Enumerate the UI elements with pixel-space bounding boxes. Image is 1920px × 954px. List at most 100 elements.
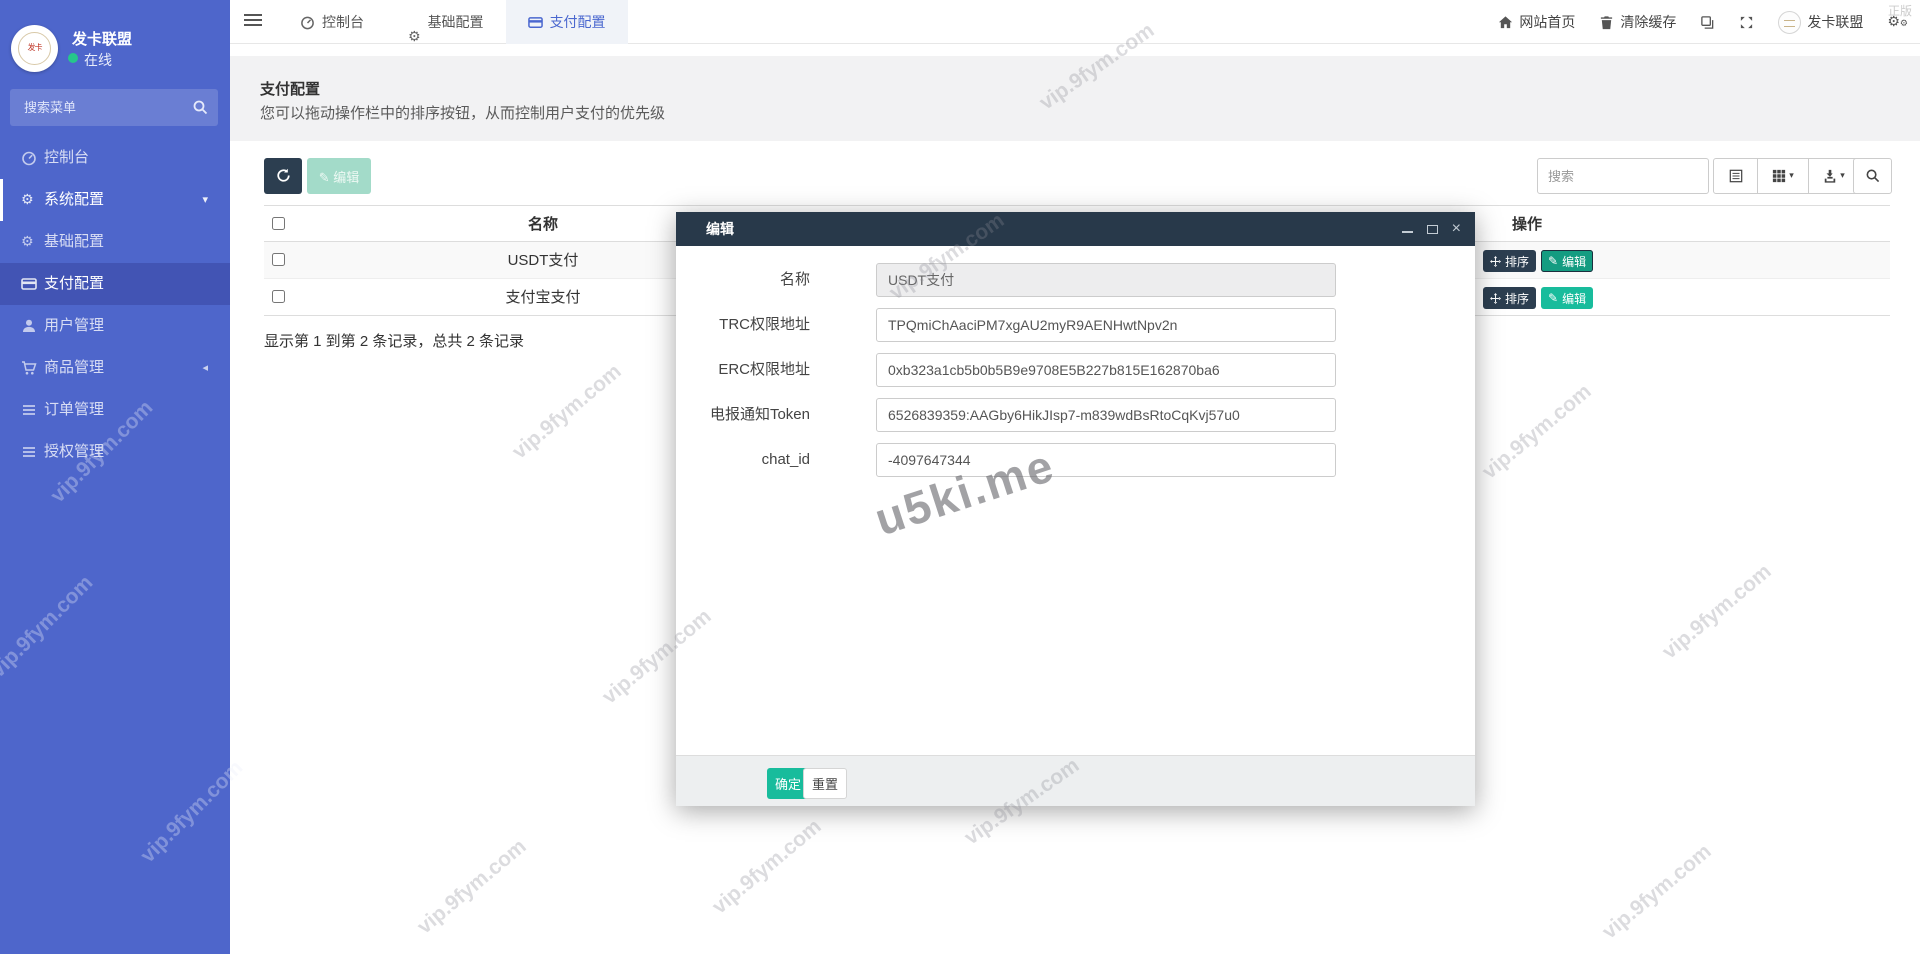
credit-card-icon: [527, 16, 543, 28]
export-icon: [1824, 169, 1836, 183]
field-label-chat-id: chat_id: [761, 451, 810, 468]
payment-name: USDT支付: [507, 252, 579, 269]
reset-button[interactable]: 重置: [803, 768, 848, 799]
tab-payment-config[interactable]: 支付配置: [505, 0, 628, 44]
columns-grid-icon: [1773, 169, 1786, 183]
user-menu[interactable]: 发卡联盟: [1778, 10, 1863, 34]
gear-icon: ⚙: [21, 234, 34, 250]
dashboard-icon: [301, 16, 314, 29]
telegram-token-field[interactable]: [876, 398, 1336, 432]
hamburger-menu-icon[interactable]: [244, 14, 262, 28]
tab-basic-config[interactable]: ⚙ 基础配置: [386, 0, 506, 45]
sidebar-item-order-management[interactable]: 订单管理: [0, 389, 230, 431]
sidebar-search: [10, 89, 218, 126]
fullscreen-icon: [1741, 16, 1753, 28]
list-icon: [23, 447, 35, 457]
move-icon: [1490, 255, 1501, 267]
fullscreen-button[interactable]: [1739, 15, 1754, 30]
watermark-text: vip.9fym.com: [707, 814, 826, 919]
dialog-header[interactable]: 编辑 ×: [676, 212, 1475, 246]
pencil-icon: ✎: [1548, 291, 1559, 305]
dialog-body: 名称 TRC权限地址 ERC权限地址 电报通知Token chat_id: [676, 246, 1475, 755]
field-label-telegram-token: 电报通知Token: [709, 406, 810, 423]
site-home-link[interactable]: 网站首页: [1498, 12, 1575, 32]
dialog-footer: 确定 重置: [676, 755, 1475, 806]
credit-card-icon: [21, 278, 37, 290]
select-all-checkbox[interactable]: [272, 217, 285, 230]
tab-dashboard[interactable]: 控制台: [278, 0, 386, 44]
sidebar-item-basic-config[interactable]: ⚙ 基础配置: [0, 221, 230, 263]
clear-cache-button[interactable]: 清除缓存: [1599, 12, 1676, 32]
watermark-text: vip.9fym.com: [412, 834, 531, 939]
watermark-text: vip.9fym.com: [507, 359, 626, 464]
sidebar: 发卡 发卡联盟 在线 控制台 ⚙ 系统配置 ▾ ⚙ 基础配置 支付配置 用户管理: [0, 0, 230, 954]
chat-id-field[interactable]: [876, 443, 1336, 477]
maximize-icon[interactable]: [1426, 224, 1438, 234]
search-icon: [193, 100, 208, 115]
row-checkbox[interactable]: [272, 290, 285, 303]
table-view-toolbar: ▾ ▾: [1713, 158, 1860, 194]
column-header-operations: 操作: [1511, 216, 1543, 233]
gear-icon: ⚙: [21, 192, 34, 208]
cogs-icon: ⚙⚙: [1887, 14, 1908, 30]
trc-address-field[interactable]: [876, 308, 1336, 342]
watermark-text: vip.9fym.com: [1477, 379, 1596, 484]
chevron-down-icon: ▾: [202, 193, 208, 206]
gear-icon: ⚙: [408, 28, 421, 45]
user-icon: [23, 319, 35, 332]
language-icon: [1701, 15, 1714, 29]
edit-toolbar-button[interactable]: ✎ 编辑: [307, 158, 371, 194]
brand-name: 发卡联盟: [72, 31, 133, 48]
sidebar-item-license-management[interactable]: 授权管理: [0, 431, 230, 473]
sidebar-item-product-management[interactable]: 商品管理 ◂: [0, 347, 230, 389]
settings-menu-button[interactable]: ⚙⚙: [1887, 14, 1908, 30]
refresh-icon: [276, 168, 290, 182]
row-checkbox[interactable]: [272, 253, 285, 266]
chevron-left-icon: ◂: [202, 361, 208, 374]
sidebar-search-input[interactable]: [24, 89, 184, 126]
sidebar-item-dashboard[interactable]: 控制台: [0, 137, 230, 179]
field-label-erc-address: ERC权限地址: [718, 361, 810, 378]
columns-dropdown-button[interactable]: ▾: [1757, 158, 1809, 194]
language-switch-button[interactable]: [1700, 15, 1715, 30]
erc-address-field[interactable]: [876, 353, 1336, 387]
online-status-label: 在线: [84, 52, 112, 68]
online-status-dot: [68, 53, 78, 63]
brand-logo-avatar[interactable]: 发卡: [11, 25, 58, 72]
sort-drag-button[interactable]: 排序: [1483, 287, 1537, 309]
search-icon: [1866, 169, 1880, 183]
pencil-icon: ✎: [1548, 254, 1559, 268]
navbar-right-menu: 网站首页 清除缓存 发卡联盟 ⚙⚙: [1498, 0, 1908, 44]
caret-down-icon: ▾: [1789, 171, 1794, 181]
cart-icon: [22, 361, 37, 375]
watermark-text: vip.9fym.com: [1657, 559, 1776, 664]
user-avatar: [1778, 10, 1802, 34]
caret-down-icon: ▾: [1840, 171, 1845, 181]
refresh-button[interactable]: [264, 158, 302, 194]
dialog-title: 编辑: [706, 221, 734, 237]
watermark-text: vip.9fym.com: [1597, 839, 1716, 944]
sidebar-item-payment-config[interactable]: 支付配置: [0, 263, 230, 305]
record-count-summary: 显示第 1 到第 2 条记录，总共 2 条记录: [264, 333, 525, 350]
search-submit-button[interactable]: [1853, 158, 1892, 194]
column-header-name: 名称: [527, 216, 559, 233]
name-field: [876, 263, 1336, 297]
navbar-tabs: 控制台 ⚙ 基础配置 支付配置: [278, 0, 628, 45]
sidebar-item-system-config[interactable]: ⚙ 系统配置 ▾: [0, 179, 230, 221]
toggle-view-button[interactable]: [1713, 158, 1758, 194]
page-title: 支付配置: [260, 81, 321, 98]
sort-drag-button[interactable]: 排序: [1483, 250, 1537, 272]
minimize-icon[interactable]: [1401, 231, 1413, 233]
top-navbar: 控制台 ⚙ 基础配置 支付配置 网站首页 清除缓存 发卡联盟 ⚙⚙: [230, 0, 1920, 45]
move-icon: [1490, 292, 1501, 304]
field-label-trc-address: TRC权限地址: [719, 316, 810, 333]
sidebar-item-user-management[interactable]: 用户管理: [0, 305, 230, 347]
detail-view-icon: [1729, 169, 1742, 183]
page-subtitle: 您可以拖动操作栏中的排序按钮，从而控制用户支付的优先级: [260, 105, 666, 122]
close-icon[interactable]: ×: [1452, 221, 1461, 237]
pencil-icon: ✎: [318, 170, 330, 186]
row-edit-button[interactable]: ✎ 编辑: [1541, 250, 1594, 272]
table-search-input[interactable]: [1537, 158, 1709, 194]
dashboard-icon: [22, 151, 36, 166]
row-edit-button[interactable]: ✎ 编辑: [1541, 287, 1594, 309]
